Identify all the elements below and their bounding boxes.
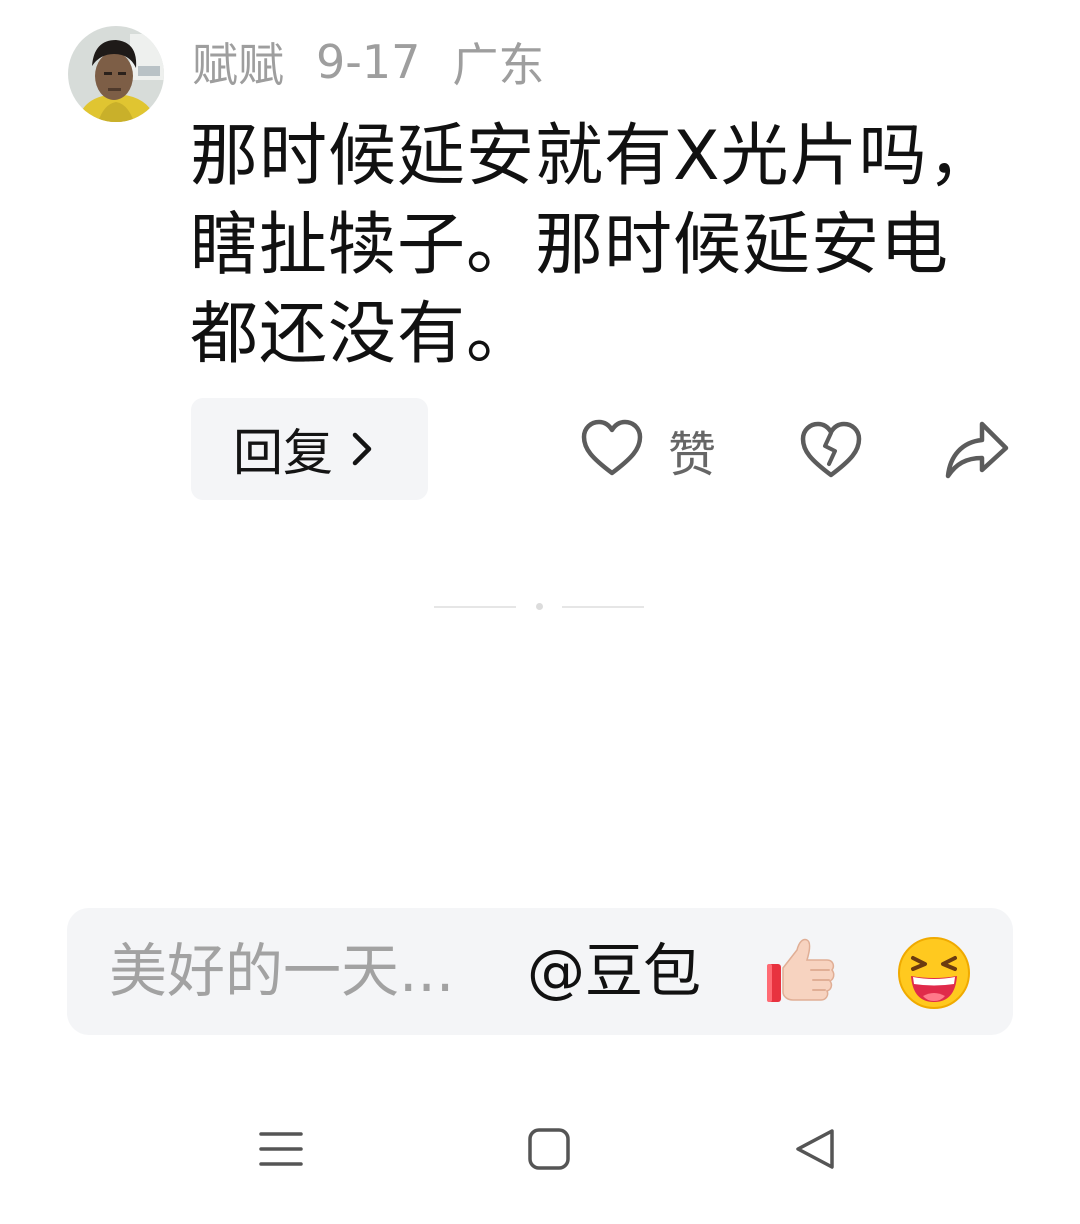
- list-end-divider: [434, 600, 646, 614]
- comment-input-bar[interactable]: 美好的一天... @豆包: [67, 908, 1013, 1035]
- divider-line-left: [434, 606, 516, 608]
- triangle-back-icon[interactable]: [792, 1126, 838, 1172]
- reply-label: 回复: [233, 424, 333, 482]
- dislike-button[interactable]: [798, 418, 864, 482]
- reply-button[interactable]: 回复: [191, 398, 428, 500]
- author-name[interactable]: 赋赋: [192, 29, 284, 95]
- comment-meta: 赋赋 9-17 广东: [192, 34, 544, 92]
- share-button[interactable]: [942, 418, 1012, 482]
- square-home-icon[interactable]: [526, 1126, 572, 1172]
- menu-icon[interactable]: [258, 1126, 304, 1172]
- chevron-right-icon: [351, 431, 373, 467]
- comment-input[interactable]: 美好的一天...: [109, 908, 454, 1035]
- like-label: 赞: [668, 427, 717, 483]
- comment-page: 赋赋 9-17 广东 那时候延安就有X光片吗，瞎扯犊子。那时候延安电都还没有。 …: [0, 0, 1080, 1224]
- divider-dot: [536, 603, 543, 610]
- comment-location: 广东: [452, 38, 545, 92]
- comment-body: 那时候延安就有X光片吗，瞎扯犊子。那时候延安电都还没有。: [190, 117, 997, 374]
- avatar-photo-icon: [68, 26, 164, 122]
- laughing-emoji-button[interactable]: [897, 936, 971, 1010]
- heart-outline-icon: [580, 418, 644, 482]
- broken-heart-icon: [800, 421, 862, 478]
- share-arrow-icon: [945, 421, 1009, 479]
- like-button[interactable]: 赞: [580, 418, 717, 483]
- laughing-face-icon: [898, 937, 970, 1009]
- user-avatar[interactable]: [68, 26, 164, 122]
- system-navigation-bar: [0, 1100, 1080, 1200]
- divider-line-right: [562, 606, 644, 608]
- comment-date: 9-17: [316, 35, 421, 89]
- thumbs-up-emoji-button[interactable]: [763, 934, 839, 1010]
- mention-doubao-button[interactable]: @豆包: [527, 908, 701, 1035]
- thumbs-up-icon: [767, 938, 835, 1002]
